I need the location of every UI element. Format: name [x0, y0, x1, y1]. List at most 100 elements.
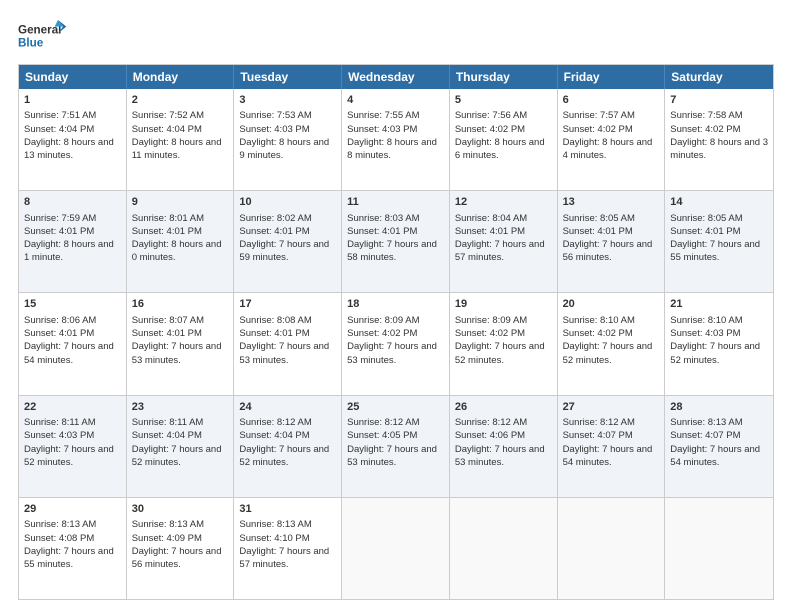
daylight-text: Daylight: 8 hours and 3 minutes. — [670, 137, 768, 161]
sunset-text: Sunset: 4:01 PM — [132, 226, 202, 237]
day-number: 6 — [563, 93, 660, 108]
table-row: 16Sunrise: 8:07 AMSunset: 4:01 PMDayligh… — [127, 293, 235, 394]
sunset-text: Sunset: 4:04 PM — [239, 430, 309, 441]
sunset-text: Sunset: 4:07 PM — [563, 430, 633, 441]
calendar-header: Sunday Monday Tuesday Wednesday Thursday… — [19, 65, 773, 89]
sunset-text: Sunset: 4:02 PM — [670, 124, 740, 135]
sunrise-text: Sunrise: 7:55 AM — [347, 110, 419, 121]
sunset-text: Sunset: 4:10 PM — [239, 533, 309, 544]
sunrise-text: Sunrise: 7:51 AM — [24, 110, 96, 121]
sunset-text: Sunset: 4:02 PM — [563, 328, 633, 339]
daylight-text: Daylight: 8 hours and 4 minutes. — [563, 137, 653, 161]
header-sunday: Sunday — [19, 65, 127, 89]
sunset-text: Sunset: 4:07 PM — [670, 430, 740, 441]
table-row — [558, 498, 666, 599]
day-number: 10 — [239, 195, 336, 210]
daylight-text: Daylight: 7 hours and 52 minutes. — [455, 341, 545, 365]
table-row: 11Sunrise: 8:03 AMSunset: 4:01 PMDayligh… — [342, 191, 450, 292]
sunrise-text: Sunrise: 8:13 AM — [670, 417, 742, 428]
table-row: 29Sunrise: 8:13 AMSunset: 4:08 PMDayligh… — [19, 498, 127, 599]
sunrise-text: Sunrise: 8:10 AM — [670, 315, 742, 326]
calendar-row: 8Sunrise: 7:59 AMSunset: 4:01 PMDaylight… — [19, 191, 773, 293]
day-number: 2 — [132, 93, 229, 108]
day-number: 14 — [670, 195, 768, 210]
sunrise-text: Sunrise: 8:09 AM — [455, 315, 527, 326]
sunrise-text: Sunrise: 8:13 AM — [24, 519, 96, 530]
calendar-row: 22Sunrise: 8:11 AMSunset: 4:03 PMDayligh… — [19, 396, 773, 498]
day-number: 8 — [24, 195, 121, 210]
sunrise-text: Sunrise: 8:13 AM — [239, 519, 311, 530]
sunset-text: Sunset: 4:03 PM — [239, 124, 309, 135]
daylight-text: Daylight: 7 hours and 52 minutes. — [132, 444, 222, 468]
sunrise-text: Sunrise: 7:56 AM — [455, 110, 527, 121]
day-number: 27 — [563, 400, 660, 415]
day-number: 26 — [455, 400, 552, 415]
table-row: 21Sunrise: 8:10 AMSunset: 4:03 PMDayligh… — [665, 293, 773, 394]
sunset-text: Sunset: 4:01 PM — [24, 226, 94, 237]
day-number: 30 — [132, 502, 229, 517]
daylight-text: Daylight: 8 hours and 11 minutes. — [132, 137, 222, 161]
logo-icon: General Blue — [18, 18, 68, 56]
sunrise-text: Sunrise: 8:01 AM — [132, 213, 204, 224]
day-number: 20 — [563, 297, 660, 312]
daylight-text: Daylight: 7 hours and 56 minutes. — [132, 546, 222, 570]
day-number: 3 — [239, 93, 336, 108]
table-row: 10Sunrise: 8:02 AMSunset: 4:01 PMDayligh… — [234, 191, 342, 292]
logo: General Blue — [18, 18, 68, 56]
daylight-text: Daylight: 7 hours and 54 minutes. — [24, 341, 114, 365]
sunset-text: Sunset: 4:01 PM — [563, 226, 633, 237]
sunset-text: Sunset: 4:01 PM — [239, 226, 309, 237]
header-saturday: Saturday — [665, 65, 773, 89]
table-row: 14Sunrise: 8:05 AMSunset: 4:01 PMDayligh… — [665, 191, 773, 292]
calendar-row: 15Sunrise: 8:06 AMSunset: 4:01 PMDayligh… — [19, 293, 773, 395]
table-row: 4Sunrise: 7:55 AMSunset: 4:03 PMDaylight… — [342, 89, 450, 190]
sunset-text: Sunset: 4:04 PM — [132, 430, 202, 441]
table-row: 12Sunrise: 8:04 AMSunset: 4:01 PMDayligh… — [450, 191, 558, 292]
daylight-text: Daylight: 7 hours and 52 minutes. — [670, 341, 760, 365]
day-number: 1 — [24, 93, 121, 108]
calendar: Sunday Monday Tuesday Wednesday Thursday… — [18, 64, 774, 600]
table-row: 15Sunrise: 8:06 AMSunset: 4:01 PMDayligh… — [19, 293, 127, 394]
table-row: 22Sunrise: 8:11 AMSunset: 4:03 PMDayligh… — [19, 396, 127, 497]
day-number: 19 — [455, 297, 552, 312]
sunset-text: Sunset: 4:09 PM — [132, 533, 202, 544]
daylight-text: Daylight: 8 hours and 0 minutes. — [132, 239, 222, 263]
table-row: 24Sunrise: 8:12 AMSunset: 4:04 PMDayligh… — [234, 396, 342, 497]
sunrise-text: Sunrise: 7:58 AM — [670, 110, 742, 121]
sunrise-text: Sunrise: 8:06 AM — [24, 315, 96, 326]
table-row: 20Sunrise: 8:10 AMSunset: 4:02 PMDayligh… — [558, 293, 666, 394]
header-wednesday: Wednesday — [342, 65, 450, 89]
sunrise-text: Sunrise: 7:57 AM — [563, 110, 635, 121]
day-number: 13 — [563, 195, 660, 210]
day-number: 18 — [347, 297, 444, 312]
header-tuesday: Tuesday — [234, 65, 342, 89]
table-row — [450, 498, 558, 599]
sunset-text: Sunset: 4:01 PM — [24, 328, 94, 339]
table-row: 9Sunrise: 8:01 AMSunset: 4:01 PMDaylight… — [127, 191, 235, 292]
table-row: 18Sunrise: 8:09 AMSunset: 4:02 PMDayligh… — [342, 293, 450, 394]
table-row: 8Sunrise: 7:59 AMSunset: 4:01 PMDaylight… — [19, 191, 127, 292]
sunrise-text: Sunrise: 8:05 AM — [563, 213, 635, 224]
sunrise-text: Sunrise: 8:07 AM — [132, 315, 204, 326]
sunset-text: Sunset: 4:03 PM — [347, 124, 417, 135]
daylight-text: Daylight: 7 hours and 54 minutes. — [563, 444, 653, 468]
sunset-text: Sunset: 4:03 PM — [24, 430, 94, 441]
daylight-text: Daylight: 7 hours and 52 minutes. — [239, 444, 329, 468]
calendar-row: 1 Sunrise: 7:51 AM Sunset: 4:04 PM Daylight… — [19, 89, 773, 191]
sunrise-text: Sunrise: 8:04 AM — [455, 213, 527, 224]
day-number: 29 — [24, 502, 121, 517]
table-row: 5Sunrise: 7:56 AMSunset: 4:02 PMDaylight… — [450, 89, 558, 190]
sunset-text: Sunset: 4:04 PM — [132, 124, 202, 135]
sunrise-text: Sunrise: 8:12 AM — [239, 417, 311, 428]
sunset-text: Sunset: 4:02 PM — [347, 328, 417, 339]
daylight-text: Daylight: 7 hours and 53 minutes. — [132, 341, 222, 365]
daylight-text: Daylight: 7 hours and 59 minutes. — [239, 239, 329, 263]
daylight-text: Daylight: 7 hours and 58 minutes. — [347, 239, 437, 263]
table-row: 3Sunrise: 7:53 AMSunset: 4:03 PMDaylight… — [234, 89, 342, 190]
day-number: 28 — [670, 400, 768, 415]
table-row: 26Sunrise: 8:12 AMSunset: 4:06 PMDayligh… — [450, 396, 558, 497]
sunrise-text: Sunrise: 7:52 AM — [132, 110, 204, 121]
day-number: 12 — [455, 195, 552, 210]
daylight-text: Daylight: 7 hours and 54 minutes. — [670, 444, 760, 468]
table-row: 7Sunrise: 7:58 AMSunset: 4:02 PMDaylight… — [665, 89, 773, 190]
